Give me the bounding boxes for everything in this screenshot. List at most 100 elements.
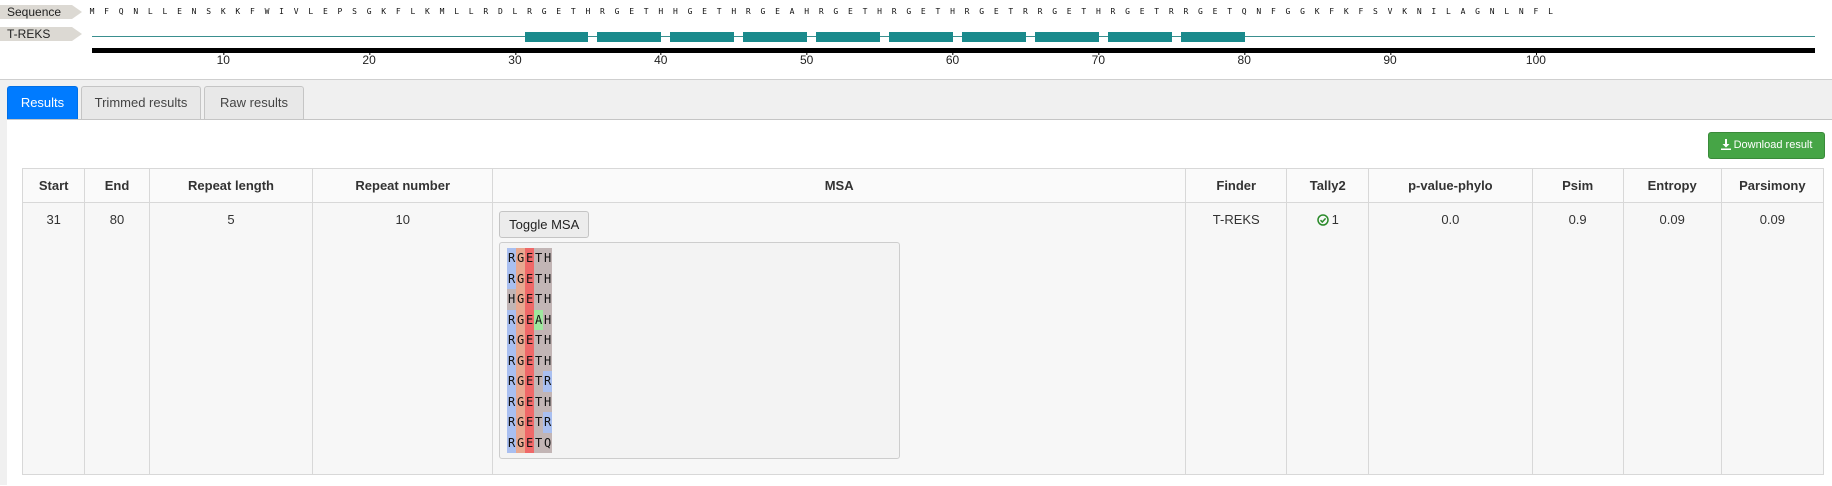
axis-tick-label: 60 xyxy=(945,52,960,67)
msa-residue: H xyxy=(507,289,517,310)
msa-alignment-box: RGETHRGETHHGETHRGEAHRGETHRGETHRGETRRGETH… xyxy=(499,242,901,459)
axis-tick-label: 10 xyxy=(216,52,230,67)
msa-residue: E xyxy=(525,248,535,269)
tally2-value: 1 xyxy=(1331,212,1339,227)
header-finder: Finder xyxy=(1185,168,1288,203)
repeat-block[interactable] xyxy=(1107,32,1172,42)
repeat-block[interactable] xyxy=(524,32,589,42)
toggle-msa-button[interactable]: Toggle MSA xyxy=(499,211,590,238)
msa-residue: E xyxy=(525,391,535,412)
msa-row: RGETH xyxy=(507,248,892,269)
msa-residue: T xyxy=(534,371,544,392)
cell-repeat-length: 5 xyxy=(148,202,314,475)
repeat-block[interactable] xyxy=(743,32,808,42)
repeat-block[interactable] xyxy=(889,32,954,42)
msa-residue: E xyxy=(525,309,535,330)
msa-row: RGEAH xyxy=(507,309,892,330)
msa-residue: R xyxy=(543,412,553,433)
repeat-block[interactable] xyxy=(962,32,1027,42)
axis-tick-label: 30 xyxy=(508,52,522,67)
sequence-feature-viewer: Sequence MFQNLLENSKKFWIVLEPSGKFLKMLLRDLR… xyxy=(0,0,1832,80)
header-end: End xyxy=(84,168,150,203)
msa-residue: T xyxy=(534,330,544,351)
msa-row: RGETH xyxy=(507,330,892,351)
msa-residue: E xyxy=(525,350,535,371)
cell-entropy: 0.09 xyxy=(1622,202,1722,475)
header-psim: Psim xyxy=(1531,168,1624,203)
results-panel: Results Trimmed results Raw results Down… xyxy=(0,79,1832,486)
msa-residue: T xyxy=(534,391,544,412)
cell-parsimony: 0.09 xyxy=(1720,202,1825,475)
msa-residue: E xyxy=(525,432,535,453)
cell-end: 80 xyxy=(84,202,150,475)
tab-results[interactable]: Results xyxy=(7,86,78,119)
repeat-block[interactable] xyxy=(1035,32,1099,42)
msa-residue: H xyxy=(543,248,553,269)
axis-tick-label: 20 xyxy=(362,52,376,67)
msa-residue: G xyxy=(516,268,526,289)
repeat-block[interactable] xyxy=(816,32,881,42)
msa-residue: G xyxy=(516,371,526,392)
msa-residue: G xyxy=(516,391,526,412)
msa-row: RGETR xyxy=(507,412,892,433)
header-repeat-number: Repeat number xyxy=(312,168,494,203)
repeat-block[interactable] xyxy=(1180,32,1245,42)
sequence-track-label: Sequence xyxy=(0,5,82,19)
msa-residue: A xyxy=(534,309,544,330)
tab-raw-results[interactable]: Raw results xyxy=(204,86,304,119)
msa-residue: T xyxy=(534,432,544,453)
header-start: Start xyxy=(21,168,86,203)
msa-residue: E xyxy=(525,330,535,351)
msa-residue: T xyxy=(534,268,544,289)
repeat-block[interactable] xyxy=(670,32,735,42)
msa-residue: G xyxy=(516,350,526,371)
msa-residue: R xyxy=(507,432,517,453)
header-entropy: Entropy xyxy=(1622,168,1722,203)
cell-p-value-phylo: 0.0 xyxy=(1368,202,1533,475)
header-tally2: Tally2 xyxy=(1286,168,1370,203)
msa-residue: R xyxy=(543,371,553,392)
cell-tally2: 1 xyxy=(1286,202,1370,475)
msa-residue: T xyxy=(534,412,544,433)
repeat-block[interactable] xyxy=(597,32,662,42)
axis-tick-label: 100 xyxy=(1525,52,1546,67)
msa-residue: E xyxy=(525,371,535,392)
download-result-label: Download result xyxy=(1733,139,1813,151)
download-result-button[interactable]: Download result xyxy=(1708,132,1825,159)
msa-residue: R xyxy=(507,268,517,289)
msa-residue: T xyxy=(534,248,544,269)
msa-residue: R xyxy=(507,248,517,269)
tab-content: Download result Start End Repeat length … xyxy=(7,119,1832,486)
axis-tick-label: 80 xyxy=(1237,52,1251,67)
msa-residue: H xyxy=(543,309,553,330)
check-circle-icon xyxy=(1316,214,1329,226)
msa-residue: R xyxy=(507,330,517,351)
msa-residue: R xyxy=(507,412,517,433)
msa-residue: H xyxy=(543,391,553,412)
msa-residue: H xyxy=(543,330,553,351)
msa-residue: G xyxy=(516,309,526,330)
table-header-row: Start End Repeat length Repeat number MS… xyxy=(21,168,1825,203)
cell-start: 31 xyxy=(21,202,86,475)
msa-residue: G xyxy=(516,330,526,351)
header-parsimony: Parsimony xyxy=(1720,168,1825,203)
sequence-residue: L xyxy=(1548,7,1553,16)
msa-residue: H xyxy=(543,350,553,371)
msa-residue: R xyxy=(507,350,517,371)
msa-residue: Q xyxy=(543,432,553,453)
tab-trimmed-results[interactable]: Trimmed results xyxy=(81,86,201,119)
msa-residue: T xyxy=(534,350,544,371)
msa-row: RGETQ xyxy=(507,432,892,453)
msa-residue: H xyxy=(543,268,553,289)
msa-residue: R xyxy=(507,309,517,330)
msa-residue: R xyxy=(507,371,517,392)
msa-residue: G xyxy=(516,432,526,453)
msa-row: RGETH xyxy=(507,350,892,371)
msa-residue: E xyxy=(525,289,535,310)
axis-tick-label: 40 xyxy=(654,52,668,67)
msa-residue: E xyxy=(525,412,535,433)
axis-tick-label: 50 xyxy=(799,52,814,67)
msa-residue: T xyxy=(534,289,544,310)
cell-msa: Toggle MSA RGETHRGETHHGETHRGEAHRGETHRGET… xyxy=(492,202,1187,475)
msa-residue: E xyxy=(525,268,535,289)
